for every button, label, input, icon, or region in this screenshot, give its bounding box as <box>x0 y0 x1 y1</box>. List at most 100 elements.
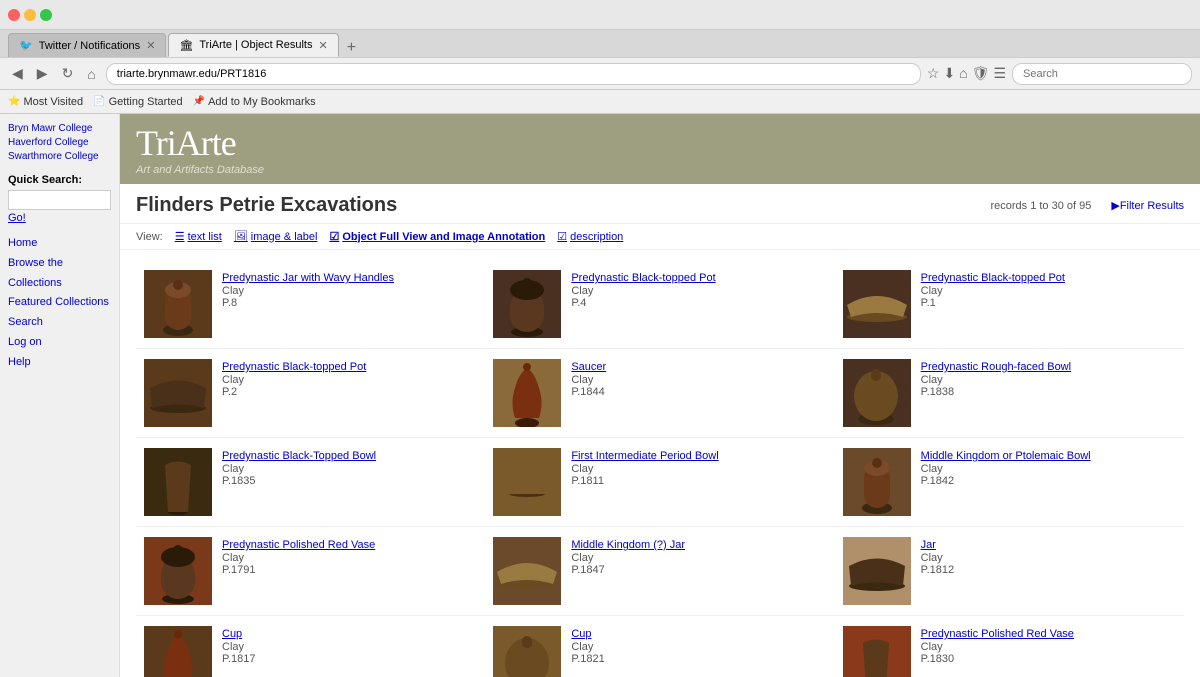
artifact-item: Middle Kingdom or Ptolemaic Bowl Clay P.… <box>835 438 1184 527</box>
close-window-btn[interactable] <box>8 9 20 21</box>
artifact-material: Clay <box>921 641 1176 653</box>
college-link-haverford[interactable]: Haverford College <box>8 136 111 150</box>
home-icon[interactable]: ⌂ <box>959 65 967 82</box>
nav-home[interactable]: Home <box>8 234 111 254</box>
artifact-title[interactable]: Saucer <box>571 361 606 373</box>
tab-triarte-favicon: 🏛 <box>179 39 193 52</box>
artifact-item: Predynastic Black-topped Pot Clay P.1 <box>835 260 1184 349</box>
quick-search-input[interactable] <box>8 190 111 210</box>
window-controls[interactable] <box>8 9 52 21</box>
artifact-material: Clay <box>571 552 826 564</box>
bookmark-star-icon[interactable]: ☆ <box>927 65 940 82</box>
tab-twitter-close[interactable]: ✕ <box>146 39 155 52</box>
artifact-item: Cup Clay P.1817 <box>136 616 485 677</box>
download-icon[interactable]: ⬇ <box>943 65 955 82</box>
nav-featured[interactable]: Featured Collections <box>8 293 111 313</box>
toolbar-icons: ☆ ⬇ ⌂ 🛡 ☰ <box>927 65 1006 82</box>
view-image-label[interactable]: 🖼 image & label <box>234 230 318 243</box>
tab-twitter-label: Twitter / Notifications <box>39 40 140 52</box>
tab-twitter-favicon: 🐦 <box>19 39 33 52</box>
artifact-material: Clay <box>921 552 1176 564</box>
artifact-item: Saucer Clay P.1844 <box>485 349 834 438</box>
artifact-material: Clay <box>571 463 826 475</box>
go-button[interactable]: Go! <box>8 212 26 224</box>
tab-twitter[interactable]: 🐦 Twitter / Notifications ✕ <box>8 33 166 57</box>
bookmark-getting-started[interactable]: 📄 Getting Started <box>93 96 182 108</box>
artifact-image <box>493 626 561 677</box>
artifact-image <box>493 448 561 516</box>
filter-results-link[interactable]: ▶Filter Results <box>1111 199 1184 212</box>
minimize-window-btn[interactable] <box>24 9 36 21</box>
image-icon: 🖼 <box>234 230 248 243</box>
artifact-title[interactable]: Predynastic Rough-faced Bowl <box>921 361 1071 373</box>
artifact-material: Clay <box>921 463 1176 475</box>
nav-browse[interactable]: Browse the Collections <box>8 254 111 294</box>
artifact-item: Predynastic Black-topped Pot Clay P.4 <box>485 260 834 349</box>
artifact-title[interactable]: Cup <box>222 628 242 640</box>
artifact-image <box>144 537 212 605</box>
maximize-window-btn[interactable] <box>40 9 52 21</box>
artifact-title[interactable]: Predynastic Black-topped Pot <box>571 272 715 284</box>
college-link-brynmawr[interactable]: Bryn Mawr College <box>8 122 111 136</box>
artifact-id: P.8 <box>222 297 477 309</box>
artifacts-grid: Predynastic Jar with Wavy Handles Clay P… <box>120 250 1200 677</box>
title-bar <box>0 0 1200 30</box>
tab-triarte[interactable]: 🏛 TriArte | Object Results ✕ <box>168 33 338 57</box>
artifact-id: P.2 <box>222 386 477 398</box>
new-tab-button[interactable]: + <box>341 39 362 57</box>
artifact-id: P.1821 <box>571 653 826 665</box>
bookmark-add[interactable]: 📌 Add to My Bookmarks <box>193 96 316 108</box>
sidebar: Bryn Mawr College Haverford College Swar… <box>0 114 120 677</box>
artifact-id: P.1842 <box>921 475 1176 487</box>
artifact-id: P.1817 <box>222 653 477 665</box>
artifact-info: Predynastic Jar with Wavy Handles Clay P… <box>222 270 477 309</box>
artifact-title[interactable]: Predynastic Jar with Wavy Handles <box>222 272 394 284</box>
menu-icon[interactable]: ☰ <box>993 65 1006 82</box>
nav-logon[interactable]: Log on <box>8 333 111 353</box>
artifact-item: First Intermediate Period Bowl Clay P.18… <box>485 438 834 527</box>
tab-triarte-close[interactable]: ✕ <box>318 39 327 52</box>
nav-help[interactable]: Help <box>8 353 111 373</box>
artifact-title[interactable]: First Intermediate Period Bowl <box>571 450 718 462</box>
college-link-swarthmore[interactable]: Swarthmore College <box>8 150 111 164</box>
nav-links: Home Browse the Collections Featured Col… <box>8 234 111 373</box>
artifact-title[interactable]: Predynastic Black-Topped Bowl <box>222 450 376 462</box>
browser-search-input[interactable] <box>1012 63 1192 85</box>
artifact-title[interactable]: Middle Kingdom (?) Jar <box>571 539 685 551</box>
view-label: View: <box>136 231 163 243</box>
artifact-material: Clay <box>222 285 477 297</box>
artifact-title[interactable]: Cup <box>571 628 591 640</box>
address-input[interactable] <box>106 63 921 85</box>
bookmark-add-label: Add to My Bookmarks <box>208 96 316 108</box>
artifact-image <box>843 626 911 677</box>
view-description[interactable]: ☑ description <box>557 230 623 243</box>
artifact-info: Middle Kingdom (?) Jar Clay P.1847 <box>571 537 826 576</box>
shield-icon[interactable]: 🛡 <box>972 65 990 82</box>
view-full-view-label: Object Full View and Image Annotation <box>342 231 545 243</box>
artifact-title[interactable]: Predynastic Black-topped Pot <box>222 361 366 373</box>
artifact-item: Predynastic Jar with Wavy Handles Clay P… <box>136 260 485 349</box>
nav-search[interactable]: Search <box>8 313 111 333</box>
artifact-image <box>144 270 212 338</box>
artifact-title[interactable]: Predynastic Polished Red Vase <box>921 628 1074 640</box>
forward-button[interactable]: ▶ <box>33 63 52 84</box>
artifact-item: Cup Clay P.1821 <box>485 616 834 677</box>
artifact-title[interactable]: Predynastic Black-topped Pot <box>921 272 1065 284</box>
logo-triarte: TriArte <box>136 122 264 164</box>
home-button[interactable]: ⌂ <box>83 64 99 84</box>
artifact-title[interactable]: Jar <box>921 539 936 551</box>
artifact-title[interactable]: Middle Kingdom or Ptolemaic Bowl <box>921 450 1091 462</box>
most-visited-icon: ⭐ <box>8 96 20 107</box>
add-bookmark-icon: 📌 <box>193 96 205 107</box>
view-full-view[interactable]: ☑ Object Full View and Image Annotation <box>329 230 545 243</box>
reload-button[interactable]: ↻ <box>58 63 78 84</box>
bookmark-most-visited[interactable]: ⭐ Most Visited <box>8 96 83 108</box>
artifact-material: Clay <box>921 374 1176 386</box>
artifact-material: Clay <box>571 374 826 386</box>
artifact-title[interactable]: Predynastic Polished Red Vase <box>222 539 375 551</box>
page-title: Flinders Petrie Excavations <box>136 194 397 217</box>
view-text-list[interactable]: ☰ text list <box>175 230 222 243</box>
description-icon: ☑ <box>557 230 567 243</box>
artifact-id: P.1811 <box>571 475 826 487</box>
back-button[interactable]: ◀ <box>8 63 27 84</box>
